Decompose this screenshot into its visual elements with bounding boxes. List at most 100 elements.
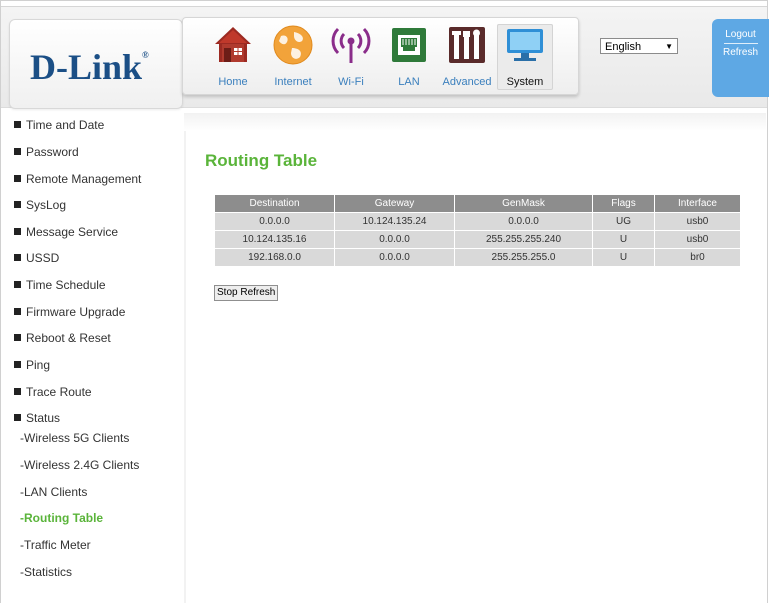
- refresh-link[interactable]: Refresh: [712, 47, 769, 58]
- bullet-icon: [14, 281, 21, 288]
- cell-destination: 192.168.0.0: [214, 248, 335, 267]
- table-row: 10.124.135.16 0.0.0.0 255.255.255.240 U …: [214, 230, 741, 249]
- table-header-row: Destination Gateway GenMask Flags Interf…: [214, 194, 741, 213]
- sidebar-item-label: Time Schedule: [26, 278, 106, 292]
- bullet-icon: [14, 121, 21, 128]
- routing-table: Destination Gateway GenMask Flags Interf…: [214, 194, 741, 267]
- sidebar-sub-wireless-5g-clients[interactable]: -Wireless 5G Clients: [20, 431, 129, 445]
- sidebar-sub-lan-clients[interactable]: -LAN Clients: [20, 485, 87, 499]
- dlink-logo: D-Link®: [30, 46, 149, 88]
- content-panel: Routing Table Destination Gateway GenMas…: [184, 113, 766, 603]
- home-icon: [215, 27, 251, 62]
- nav-lan[interactable]: LAN: [381, 24, 437, 90]
- cell-genmask: 0.0.0.0: [454, 212, 593, 231]
- bullet-icon: [14, 308, 21, 315]
- bullet-icon: [14, 334, 21, 341]
- cell-gateway: 10.124.135.24: [334, 212, 455, 231]
- nav-label: Home: [218, 76, 248, 88]
- sidebar-sub-statistics[interactable]: -Statistics: [20, 565, 72, 579]
- dropdown-arrow-icon: ▼: [665, 42, 673, 51]
- sidebar-item-label: Message Service: [26, 225, 119, 239]
- lan-port-icon: [392, 28, 426, 62]
- nav-label: Internet: [274, 76, 312, 88]
- registered-mark: ®: [142, 50, 149, 60]
- language-select[interactable]: English ▼: [600, 38, 678, 54]
- stop-refresh-button[interactable]: Stop Refresh: [214, 285, 279, 301]
- bullet-icon: [14, 201, 21, 208]
- nav-label: LAN: [398, 76, 420, 88]
- column-header-interface: Interface: [654, 194, 741, 213]
- sidebar-item-label: Firmware Upgrade: [26, 305, 126, 319]
- sidebar-sub-routing-table[interactable]: -Routing Table: [20, 511, 103, 525]
- sidebar-item-label: Status: [26, 411, 61, 425]
- bullet-icon: [14, 148, 21, 155]
- sidebar-item-label: Reboot & Reset: [26, 331, 111, 345]
- top-nav: Home Internet Wi-Fi LAN Advanced System: [182, 17, 579, 95]
- sidebar-item-label: Trace Route: [26, 385, 92, 399]
- column-header-flags: Flags: [592, 194, 655, 213]
- sidebar-item-status[interactable]: Status: [14, 411, 60, 425]
- sidebar-item-label: Time and Date: [26, 118, 105, 132]
- language-value: English: [605, 41, 642, 53]
- cell-genmask: 255.255.255.240: [454, 230, 593, 249]
- cell-flags: U: [592, 248, 655, 267]
- sidebar-item-trace-route[interactable]: Trace Route: [14, 385, 92, 399]
- sidebar-item-reboot-reset[interactable]: Reboot & Reset: [14, 331, 111, 345]
- sidebar-item-remote-management[interactable]: Remote Management: [14, 172, 141, 186]
- table-row: 0.0.0.0 10.124.135.24 0.0.0.0 UG usb0: [214, 212, 741, 231]
- logo-text: D-Link: [30, 47, 143, 87]
- cell-destination: 10.124.135.16: [214, 230, 335, 249]
- sidebar-item-message-service[interactable]: Message Service: [14, 225, 118, 239]
- bullet-icon: [14, 361, 21, 368]
- logo-box: D-Link®: [9, 19, 183, 109]
- sidebar-item-password[interactable]: Password: [14, 145, 79, 159]
- nav-wifi[interactable]: Wi-Fi: [323, 24, 379, 90]
- wifi-icon: [331, 27, 371, 63]
- sidebar-item-time-schedule[interactable]: Time Schedule: [14, 278, 106, 292]
- nav-label: System: [506, 76, 544, 88]
- cell-destination: 0.0.0.0: [214, 212, 335, 231]
- bullet-icon: [14, 175, 21, 182]
- cell-genmask: 255.255.255.0: [454, 248, 593, 267]
- column-header-destination: Destination: [214, 194, 335, 213]
- nav-home[interactable]: Home: [205, 24, 261, 90]
- cell-flags: U: [592, 230, 655, 249]
- cell-interface: usb0: [654, 230, 741, 249]
- bullet-icon: [14, 388, 21, 395]
- sidebar-item-label: Password: [26, 145, 79, 159]
- sidebar-item-firmware-upgrade[interactable]: Firmware Upgrade: [14, 305, 125, 319]
- table-row: 192.168.0.0 0.0.0.0 255.255.255.0 U br0: [214, 248, 741, 267]
- bullet-icon: [14, 414, 21, 421]
- sidebar-item-time-and-date[interactable]: Time and Date: [14, 118, 104, 132]
- header: D-Link® Home Internet Wi-Fi LAN Advanced…: [1, 6, 769, 109]
- sidebar-item-label: USSD: [26, 251, 60, 265]
- nav-internet[interactable]: Internet: [265, 24, 321, 90]
- bullet-icon: [14, 228, 21, 235]
- cell-flags: UG: [592, 212, 655, 231]
- logout-link[interactable]: Logout: [712, 29, 769, 40]
- nav-advanced[interactable]: Advanced: [439, 24, 495, 90]
- nav-system[interactable]: System: [497, 24, 553, 90]
- account-panel: Logout Refresh: [712, 19, 769, 97]
- account-divider: [724, 43, 758, 44]
- page-title: Routing Table: [205, 151, 318, 170]
- content-top-shade: [184, 113, 766, 131]
- globe-icon: [273, 25, 313, 65]
- monitor-icon: [507, 29, 543, 61]
- sidebar-item-label: Ping: [26, 358, 51, 372]
- column-header-gateway: Gateway: [334, 194, 455, 213]
- cell-gateway: 0.0.0.0: [334, 248, 455, 267]
- nav-label: Advanced: [442, 76, 492, 88]
- sidebar-item-syslog[interactable]: SysLog: [14, 198, 66, 212]
- cell-gateway: 0.0.0.0: [334, 230, 455, 249]
- sidebar-sub-traffic-meter[interactable]: -Traffic Meter: [20, 538, 91, 552]
- sidebar-item-label: SysLog: [26, 198, 67, 212]
- sidebar-item-ussd[interactable]: USSD: [14, 251, 59, 265]
- cell-interface: br0: [654, 248, 741, 267]
- tools-icon: [449, 27, 485, 63]
- sidebar-sub-wireless-24g-clients[interactable]: -Wireless 2.4G Clients: [20, 458, 139, 472]
- sidebar-item-label: Remote Management: [26, 172, 142, 186]
- column-header-genmask: GenMask: [454, 194, 593, 213]
- sidebar-item-ping[interactable]: Ping: [14, 358, 50, 372]
- nav-label: Wi-Fi: [338, 76, 364, 88]
